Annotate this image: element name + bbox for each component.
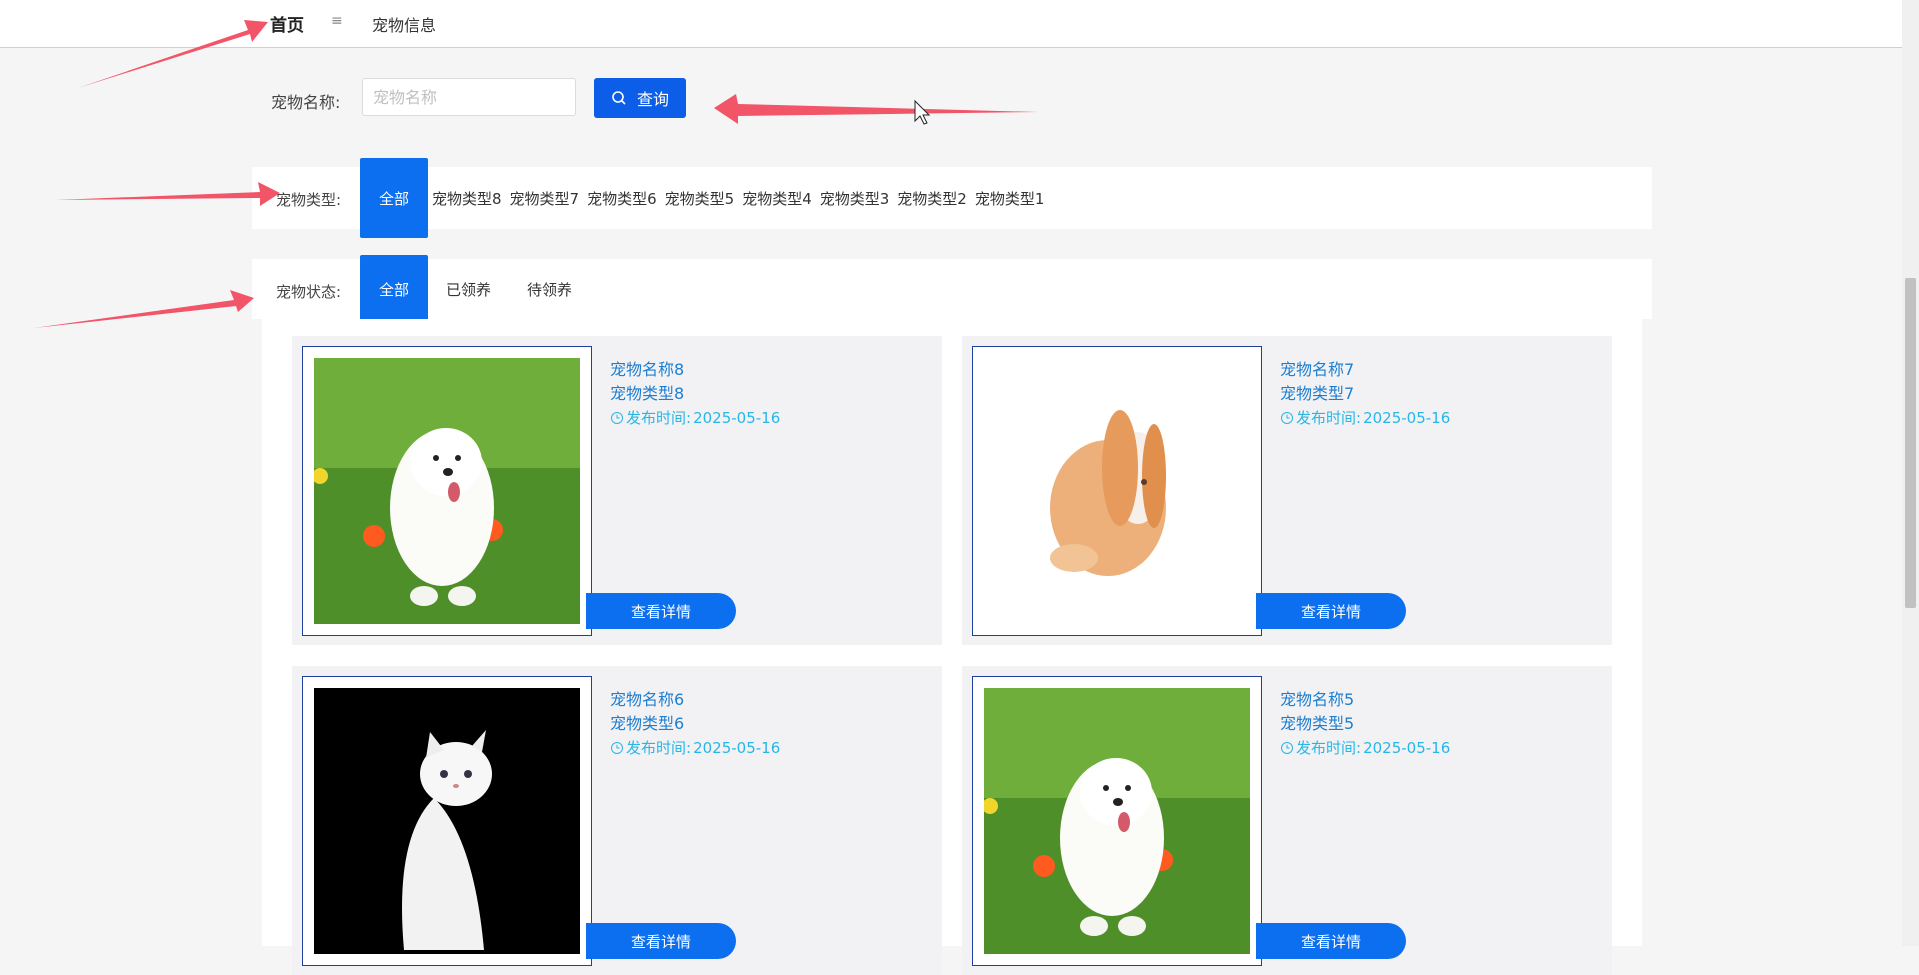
clock-icon [1281, 742, 1293, 754]
pet-type: 宠物类型6 [610, 714, 685, 733]
search-button[interactable]: 查询 [594, 78, 686, 118]
publish-date: 发布时间: 2025-05-16 [1280, 406, 1450, 430]
pet-name[interactable]: 宠物名称8 [610, 358, 780, 382]
pet-type-option[interactable]: 宠物类型8 [428, 188, 506, 209]
pet-card: 宠物名称5 宠物类型5 发布时间: 2025-05-16 查看详情 [962, 666, 1612, 975]
pet-type-option[interactable]: 全部 [360, 158, 428, 238]
view-details-button[interactable]: 查看详情 [1256, 923, 1406, 959]
clock-icon [611, 412, 623, 424]
pet-status-option[interactable]: 已领养 [428, 279, 509, 300]
pet-name[interactable]: 宠物名称6 [610, 688, 780, 712]
publish-date-value: 2025-05-16 [1363, 739, 1451, 757]
pet-type: 宠物类型5 [1280, 714, 1355, 733]
publish-date-value: 2025-05-16 [693, 409, 781, 427]
pet-card: 宠物名称7 宠物类型7 发布时间: 2025-05-16 查看详情 [962, 336, 1612, 645]
pet-photo [314, 688, 580, 954]
arrow-to-status-filter [34, 290, 254, 328]
search-icon [612, 91, 626, 105]
pet-status-filter: 宠物状态: 全部 已领养 待领养 [252, 255, 1652, 323]
pet-status-option[interactable]: 待领养 [509, 279, 590, 300]
publish-date: 发布时间: 2025-05-16 [1280, 736, 1450, 760]
pet-type-option[interactable]: 宠物类型4 [738, 188, 816, 209]
pet-type-option[interactable]: 宠物类型1 [971, 188, 1049, 209]
search-label: 宠物名称: [271, 93, 341, 112]
pet-name[interactable]: 宠物名称7 [1280, 358, 1450, 382]
publish-date-value: 2025-05-16 [693, 739, 781, 757]
view-details-button[interactable]: 查看详情 [1256, 593, 1406, 629]
pet-image-frame[interactable] [302, 676, 592, 966]
pet-photo [314, 358, 580, 624]
pet-image-frame[interactable] [972, 346, 1262, 636]
pet-photo [984, 688, 1250, 954]
view-details-button[interactable]: 查看详情 [586, 923, 736, 959]
publish-date-label: 发布时间: [1296, 409, 1362, 427]
pet-status-option[interactable]: 全部 [360, 255, 428, 323]
pet-type-filter: 宠物类型: 全部 宠物类型8 宠物类型7 宠物类型6 宠物类型5 宠物类型4 宠物类型3 宠物… [252, 158, 1652, 238]
pet-card-grid: 宠物名称8 宠物类型8 发布时间: 2025-05-16 查看详情 宠物名称7 … [262, 319, 1642, 975]
mouse-cursor-icon [914, 99, 931, 125]
arrow-to-type-filter [56, 182, 280, 206]
pet-name-search-input[interactable] [362, 78, 576, 116]
publish-date-value: 2025-05-16 [1363, 409, 1451, 427]
pet-type: 宠物类型8 [610, 384, 685, 403]
pet-type-option[interactable]: 宠物类型5 [661, 188, 739, 209]
pet-type-label: 宠物类型: [276, 191, 342, 209]
pet-type-option[interactable]: 宠物类型2 [893, 188, 971, 209]
search-button-label: 查询 [636, 90, 669, 109]
pet-type-option[interactable]: 宠物类型7 [506, 188, 584, 209]
pet-image-frame[interactable] [972, 676, 1262, 966]
pet-status-label: 宠物状态: [276, 283, 342, 301]
pet-type: 宠物类型7 [1280, 384, 1355, 403]
pet-card: 宠物名称8 宠物类型8 发布时间: 2025-05-16 查看详情 [292, 336, 942, 645]
scrollbar-thumb[interactable] [1905, 278, 1916, 608]
pet-type-options: 全部 宠物类型8 宠物类型7 宠物类型6 宠物类型5 宠物类型4 宠物类型3 宠物类型2 宠物类… [360, 158, 1049, 238]
breadcrumb-current: 宠物信息 [372, 16, 437, 35]
pet-type-option[interactable]: 宠物类型6 [583, 188, 661, 209]
publish-date: 发布时间: 2025-05-16 [610, 736, 780, 760]
arrow-to-search-button [714, 94, 1038, 124]
publish-date-label: 发布时间: [1296, 739, 1362, 757]
vertical-scrollbar[interactable] [1902, 0, 1919, 946]
publish-date-label: 发布时间: [626, 409, 692, 427]
top-navbar: 首页 ≡ 宠物信息 [0, 0, 1902, 48]
pet-photo [984, 358, 1250, 624]
pet-name[interactable]: 宠物名称5 [1280, 688, 1450, 712]
pet-image-frame[interactable] [302, 346, 592, 636]
view-details-button[interactable]: 查看详情 [586, 593, 736, 629]
publish-date: 发布时间: 2025-05-16 [610, 406, 780, 430]
publish-date-label: 发布时间: [626, 739, 692, 757]
pet-card: 宠物名称6 宠物类型6 发布时间: 2025-05-16 查看详情 [292, 666, 942, 975]
pet-status-options: 全部 已领养 待领养 [360, 255, 590, 323]
pet-type-option[interactable]: 宠物类型3 [816, 188, 894, 209]
clock-icon [611, 742, 623, 754]
menu-toggle-icon[interactable]: ≡ [331, 13, 343, 29]
breadcrumb-home[interactable]: 首页 [270, 11, 304, 36]
clock-icon [1281, 412, 1293, 424]
